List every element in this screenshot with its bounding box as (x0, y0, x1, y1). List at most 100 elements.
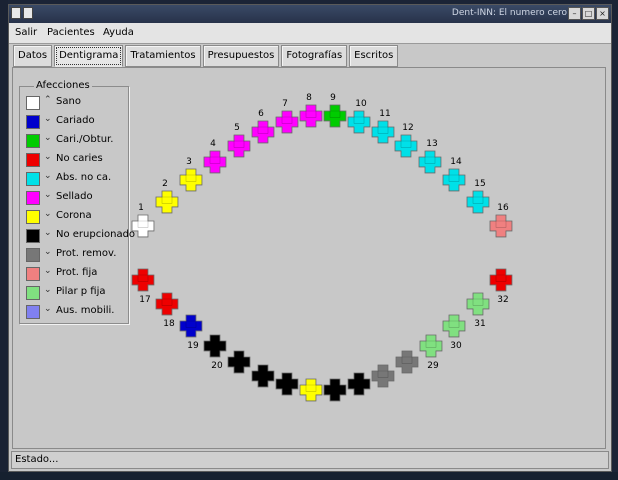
tooth-shape[interactable] (418, 150, 442, 174)
tooth-shape[interactable] (131, 214, 155, 238)
desktop-taskbar-strip (0, 472, 618, 480)
tooth-cross[interactable]: 32 (489, 268, 513, 305)
window-menu-icons[interactable] (11, 7, 33, 19)
tooth-shape[interactable] (442, 168, 466, 192)
tab-tratamientos[interactable]: Tratamientos (125, 45, 201, 67)
tooth-number: 18 (163, 319, 175, 329)
menu-ayuda[interactable]: Ayuda (103, 27, 134, 38)
close-button[interactable]: × (596, 7, 609, 20)
tooth-shape[interactable] (179, 314, 203, 338)
app-window: Dent-INN: El numero cero – □ × Salir Pac… (8, 4, 612, 472)
dental-chart: 12345678 91011121314151617181920 29303132 (131, 93, 513, 402)
tooth-cross[interactable] (251, 364, 275, 388)
tooth-cross[interactable]: 3 (179, 157, 203, 192)
tooth-shape[interactable] (347, 110, 371, 134)
tooth-shape[interactable] (227, 350, 251, 374)
tooth-cross[interactable]: 18 (155, 292, 179, 329)
window-controls: – □ × (568, 7, 609, 20)
tooth-shape[interactable] (251, 364, 275, 388)
tooth-cross[interactable]: 2 (155, 179, 179, 214)
tab-datos[interactable]: Datos (13, 45, 53, 67)
window-shade-icon[interactable] (23, 7, 33, 19)
tooth-shape[interactable] (299, 378, 323, 402)
tooth-cross[interactable]: 10 (347, 99, 371, 134)
tooth-shape[interactable] (155, 292, 179, 316)
tooth-shape[interactable] (323, 104, 347, 128)
tooth-shape[interactable] (131, 268, 155, 292)
status-text: Estado... (15, 454, 59, 465)
menu-pacientes[interactable]: Pacientes (47, 27, 95, 38)
tooth-shape[interactable] (419, 334, 443, 358)
tooth-cross[interactable]: 17 (131, 268, 155, 305)
window-menu-icon[interactable] (11, 7, 21, 19)
tooth-number: 19 (187, 341, 199, 351)
tooth-shape[interactable] (466, 292, 490, 316)
tooth-cross[interactable]: 31 (466, 292, 490, 329)
tooth-shape[interactable] (251, 120, 275, 144)
tooth-cross[interactable]: 20 (203, 334, 227, 371)
minimize-button[interactable]: – (568, 7, 581, 20)
tooth-shape[interactable] (203, 334, 227, 358)
tooth-shape[interactable] (489, 268, 513, 292)
tooth-cross[interactable]: 4 (203, 139, 227, 174)
tooth-cross[interactable]: 30 (442, 314, 466, 351)
tooth-shape[interactable] (394, 134, 418, 158)
menu-salir[interactable]: Salir (15, 27, 37, 38)
tooth-number: 16 (497, 203, 509, 213)
tooth-cross[interactable] (323, 378, 347, 402)
window-title: Dent-INN: El numero cero (451, 8, 567, 18)
tooth-cross[interactable]: 5 (227, 123, 251, 158)
tooth-cross[interactable]: 12 (394, 123, 418, 158)
tooth-shape[interactable] (347, 372, 371, 396)
tooth-cross[interactable]: 14 (442, 157, 466, 192)
status-bar: Estado... (11, 451, 609, 469)
tooth-cross[interactable]: 16 (489, 203, 513, 238)
tab-dentigrama[interactable]: Dentigrama (54, 45, 124, 67)
tooth-shape[interactable] (227, 134, 251, 158)
tooth-cross[interactable] (299, 378, 323, 402)
tooth-shape[interactable] (299, 104, 323, 128)
tooth-number: 6 (258, 109, 264, 119)
tooth-shape[interactable] (275, 110, 299, 134)
tooth-cross[interactable]: 11 (371, 109, 395, 144)
tooth-number: 8 (306, 93, 312, 103)
tab-fotografias[interactable]: Fotografías (281, 45, 348, 67)
tooth-cross[interactable] (347, 372, 371, 396)
tooth-shape[interactable] (371, 120, 395, 144)
tooth-shape[interactable] (466, 190, 490, 214)
tab-bar: Datos Dentigrama Tratamientos Presupuest… (13, 45, 400, 67)
tooth-number: 20 (211, 361, 223, 371)
tooth-cross[interactable]: 7 (275, 99, 299, 134)
tooth-shape[interactable] (395, 350, 419, 374)
tab-presupuestos[interactable]: Presupuestos (202, 45, 280, 67)
tooth-shape[interactable] (371, 364, 395, 388)
tooth-cross[interactable]: 8 (299, 93, 323, 128)
tooth-cross[interactable]: 1 (131, 203, 155, 238)
tooth-number: 30 (450, 341, 462, 351)
tooth-cross[interactable]: 6 (251, 109, 275, 144)
tooth-cross[interactable] (371, 364, 395, 388)
tooth-number: 10 (355, 99, 367, 109)
tooth-shape[interactable] (489, 214, 513, 238)
tooth-cross[interactable] (395, 350, 419, 374)
title-bar[interactable]: Dent-INN: El numero cero – □ × (9, 5, 611, 23)
tooth-cross[interactable]: 29 (419, 334, 443, 371)
tooth-cross[interactable]: 9 (323, 93, 347, 128)
tooth-number: 13 (426, 139, 437, 149)
tooth-shape[interactable] (442, 314, 466, 338)
tooth-cross[interactable] (227, 350, 251, 374)
tooth-cross[interactable]: 15 (466, 179, 490, 214)
tooth-shape[interactable] (275, 372, 299, 396)
tab-escritos[interactable]: Escritos (349, 45, 399, 67)
tooth-shape[interactable] (203, 150, 227, 174)
tooth-cross[interactable]: 19 (179, 314, 203, 351)
maximize-button[interactable]: □ (582, 7, 595, 20)
tooth-shape[interactable] (323, 378, 347, 402)
tooth-shape[interactable] (155, 190, 179, 214)
tooth-cross[interactable] (275, 372, 299, 396)
tooth-number: 11 (379, 109, 390, 119)
tooth-shape[interactable] (179, 168, 203, 192)
tooth-cross[interactable]: 13 (418, 139, 442, 174)
tooth-number: 12 (402, 123, 413, 133)
tooth-number: 2 (162, 179, 168, 189)
